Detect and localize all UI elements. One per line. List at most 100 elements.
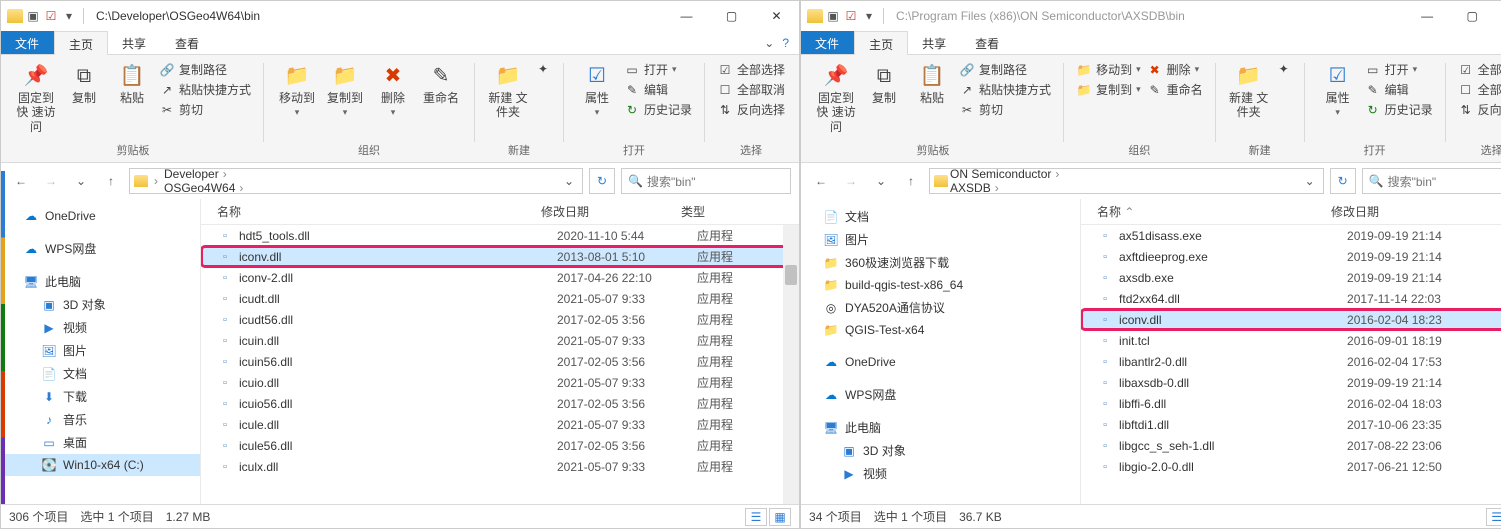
maximize-button[interactable]: ▢ <box>1450 1 1495 31</box>
nav-documents[interactable]: 📄文档 <box>1 362 200 385</box>
file-row[interactable]: ▫axsdb.exe2019-09-19 21:14 <box>1081 267 1501 288</box>
edit-button[interactable]: ✎编辑 <box>1365 81 1433 98</box>
pin-quick-access-button[interactable]: 📌固定到快 速访问 <box>815 61 857 134</box>
tab-share[interactable]: 共享 <box>108 31 161 54</box>
tab-home[interactable]: 主页 <box>54 31 108 55</box>
nav-cdrive[interactable]: 💽Win10-x64 (C:) <box>1 454 200 476</box>
navigation-pane[interactable]: 📄文档 🖼图片 📁360极速浏览器下载 📁build-qgis-test-x86… <box>801 199 1081 504</box>
nav-pictures[interactable]: 🖼图片 <box>801 228 1080 251</box>
qat-save-icon[interactable]: ▣ <box>25 8 41 24</box>
tab-view[interactable]: 查看 <box>161 31 214 54</box>
paste-button[interactable]: 📋粘贴 <box>911 61 953 105</box>
file-row[interactable]: ▫icuio56.dll2017-02-05 3:56应用程 <box>201 393 799 414</box>
forward-button[interactable]: → <box>39 169 63 193</box>
select-all-button[interactable]: ☑全部选择 <box>717 61 785 78</box>
col-date-header[interactable]: 修改日期 <box>1331 203 1471 220</box>
col-type-header[interactable]: 类型 <box>681 203 741 220</box>
paste-shortcut-button[interactable]: ↗粘贴快捷方式 <box>959 81 1051 98</box>
history-button[interactable]: ↻历史记录 <box>1365 101 1433 118</box>
nav-onedrive[interactable]: ☁OneDrive <box>1 205 200 227</box>
refresh-button[interactable]: ↻ <box>589 168 615 194</box>
copy-to-button[interactable]: 📁复制到 <box>1076 81 1141 98</box>
nav-wps[interactable]: ☁WPS网盘 <box>1 237 200 260</box>
search-input[interactable]: 🔍搜索"bin" <box>1362 168 1501 194</box>
rename-button[interactable]: ✎重命名 <box>420 61 462 105</box>
history-button[interactable]: ↻历史记录 <box>624 101 692 118</box>
pin-quick-access-button[interactable]: 📌固定到快 速访问 <box>15 61 57 134</box>
nav-360dl[interactable]: 📁360极速浏览器下载 <box>801 251 1080 274</box>
invert-selection-button[interactable]: ⇅反向选择 <box>717 101 785 118</box>
file-row[interactable]: ▫iculx.dll2021-05-07 9:33应用程 <box>201 456 799 477</box>
copy-path-button[interactable]: 🔗复制路径 <box>159 61 251 78</box>
file-row[interactable]: ▫init.tcl2016-09-01 18:19 <box>1081 330 1501 351</box>
file-row[interactable]: ▫libgcc_s_seh-1.dll2017-08-22 23:06 <box>1081 435 1501 456</box>
breadcrumb[interactable]: OSGeo4W64› <box>164 181 257 194</box>
qat-dropdown-icon[interactable]: ▾ <box>861 8 877 24</box>
recent-dropdown[interactable]: ⌄ <box>869 169 893 193</box>
new-folder-button[interactable]: 📁新建 文件夹 <box>487 61 529 120</box>
breadcrumb[interactable]: AXSDB› <box>950 181 1063 194</box>
qat-check-icon[interactable]: ☑ <box>43 8 59 24</box>
nav-dya[interactable]: ◎DYA520A通信协议 <box>801 296 1080 319</box>
paste-button[interactable]: 📋粘贴 <box>111 61 153 105</box>
refresh-button[interactable]: ↻ <box>1330 168 1356 194</box>
rename-button[interactable]: ✎重命名 <box>1147 81 1203 98</box>
delete-button[interactable]: ✖删除 <box>372 61 414 118</box>
select-none-button[interactable]: ☐全部取消 <box>1458 81 1501 98</box>
nav-3d-objects[interactable]: ▣3D 对象 <box>1 293 200 316</box>
search-input[interactable]: 🔍搜索"bin" <box>621 168 791 194</box>
crumb-chevron[interactable]: › <box>150 174 162 188</box>
copy-button[interactable]: ⧉复制 <box>863 61 905 105</box>
tab-view[interactable]: 查看 <box>961 31 1014 54</box>
file-row[interactable]: ▫axftdieeprog.exe2019-09-19 21:14 <box>1081 246 1501 267</box>
open-button[interactable]: ▭打开 <box>624 61 692 78</box>
move-to-button[interactable]: 📁移动到 <box>276 61 318 118</box>
nav-thispc[interactable]: 🖥此电脑 <box>801 416 1080 439</box>
scrollbar-thumb[interactable] <box>785 265 797 285</box>
nav-3d-objects[interactable]: ▣3D 对象 <box>801 439 1080 462</box>
file-row[interactable]: ▫libffi-6.dll2016-02-04 18:03 <box>1081 393 1501 414</box>
open-button[interactable]: ▭打开 <box>1365 61 1433 78</box>
close-button[interactable]: ✕ <box>754 1 799 31</box>
file-row[interactable]: ▫hdt5_tools.dll2020-11-10 5:44应用程 <box>201 225 799 246</box>
up-button[interactable]: ↑ <box>899 169 923 193</box>
file-row[interactable]: ▫libaxsdb-0.dll2019-09-19 21:14 <box>1081 372 1501 393</box>
file-row[interactable]: ▫icuin.dll2021-05-07 9:33应用程 <box>201 330 799 351</box>
address-dropdown[interactable]: ⌄ <box>560 174 578 188</box>
nav-desktop[interactable]: ▭桌面 <box>1 431 200 454</box>
file-row[interactable]: ▫libgio-2.0-0.dll2017-06-21 12:50 <box>1081 456 1501 477</box>
file-row[interactable]: ▫icuin56.dll2017-02-05 3:56应用程 <box>201 351 799 372</box>
breadcrumb[interactable]: ON Semiconductor› <box>950 168 1063 181</box>
nav-videos[interactable]: ▶视频 <box>1 316 200 339</box>
back-button[interactable]: ← <box>809 169 833 193</box>
move-to-button[interactable]: 📁移动到 <box>1076 61 1141 78</box>
nav-pictures[interactable]: 🖼图片 <box>1 339 200 362</box>
file-row[interactable]: ▫icule.dll2021-05-07 9:33应用程 <box>201 414 799 435</box>
qat-save-icon[interactable]: ▣ <box>825 8 841 24</box>
titlebar[interactable]: ▣ ☑ ▾ C:\Developer\OSGeo4W64\bin ― ▢ ✕ <box>1 1 799 31</box>
select-all-button[interactable]: ☑全部选择 <box>1458 61 1501 78</box>
file-row[interactable]: ▫libantlr2-0.dll2016-02-04 17:53 <box>1081 351 1501 372</box>
file-row[interactable]: ▫libftdi1.dll2017-10-06 23:35 <box>1081 414 1501 435</box>
file-list[interactable]: ▫ax51disass.exe2019-09-19 21:14▫axftdiee… <box>1081 225 1501 504</box>
file-row[interactable]: ▫ftd2xx64.dll2017-11-14 22:03 <box>1081 288 1501 309</box>
column-headers[interactable]: 名称 ⌃ 修改日期 <box>1081 199 1501 225</box>
nav-buildqgis[interactable]: 📁build-qgis-test-x86_64 <box>801 274 1080 296</box>
minimize-button[interactable]: ― <box>1405 1 1450 31</box>
nav-wps[interactable]: ☁WPS网盘 <box>801 383 1080 406</box>
col-name-header[interactable]: 名称 ⌃ <box>1081 203 1331 220</box>
nav-qgistest[interactable]: 📁QGIS-Test-x64 <box>801 319 1080 341</box>
file-row[interactable]: ▫icuio.dll2021-05-07 9:33应用程 <box>201 372 799 393</box>
nav-downloads[interactable]: ⬇下载 <box>1 385 200 408</box>
up-button[interactable]: ↑ <box>99 169 123 193</box>
invert-selection-button[interactable]: ⇅反向选择 <box>1458 101 1501 118</box>
col-name-header[interactable]: 名称 <box>201 203 541 220</box>
cut-button[interactable]: ✂剪切 <box>959 101 1051 118</box>
properties-button[interactable]: ☑属性 <box>1317 61 1359 118</box>
properties-button[interactable]: ☑属性 <box>576 61 618 118</box>
tab-file[interactable]: 文件 <box>801 31 854 54</box>
view-details-button[interactable]: ☰ <box>745 508 767 526</box>
help-icon[interactable]: ? <box>782 36 789 50</box>
scrollbar[interactable] <box>783 225 799 504</box>
delete-button[interactable]: ✖删除 <box>1147 61 1203 78</box>
